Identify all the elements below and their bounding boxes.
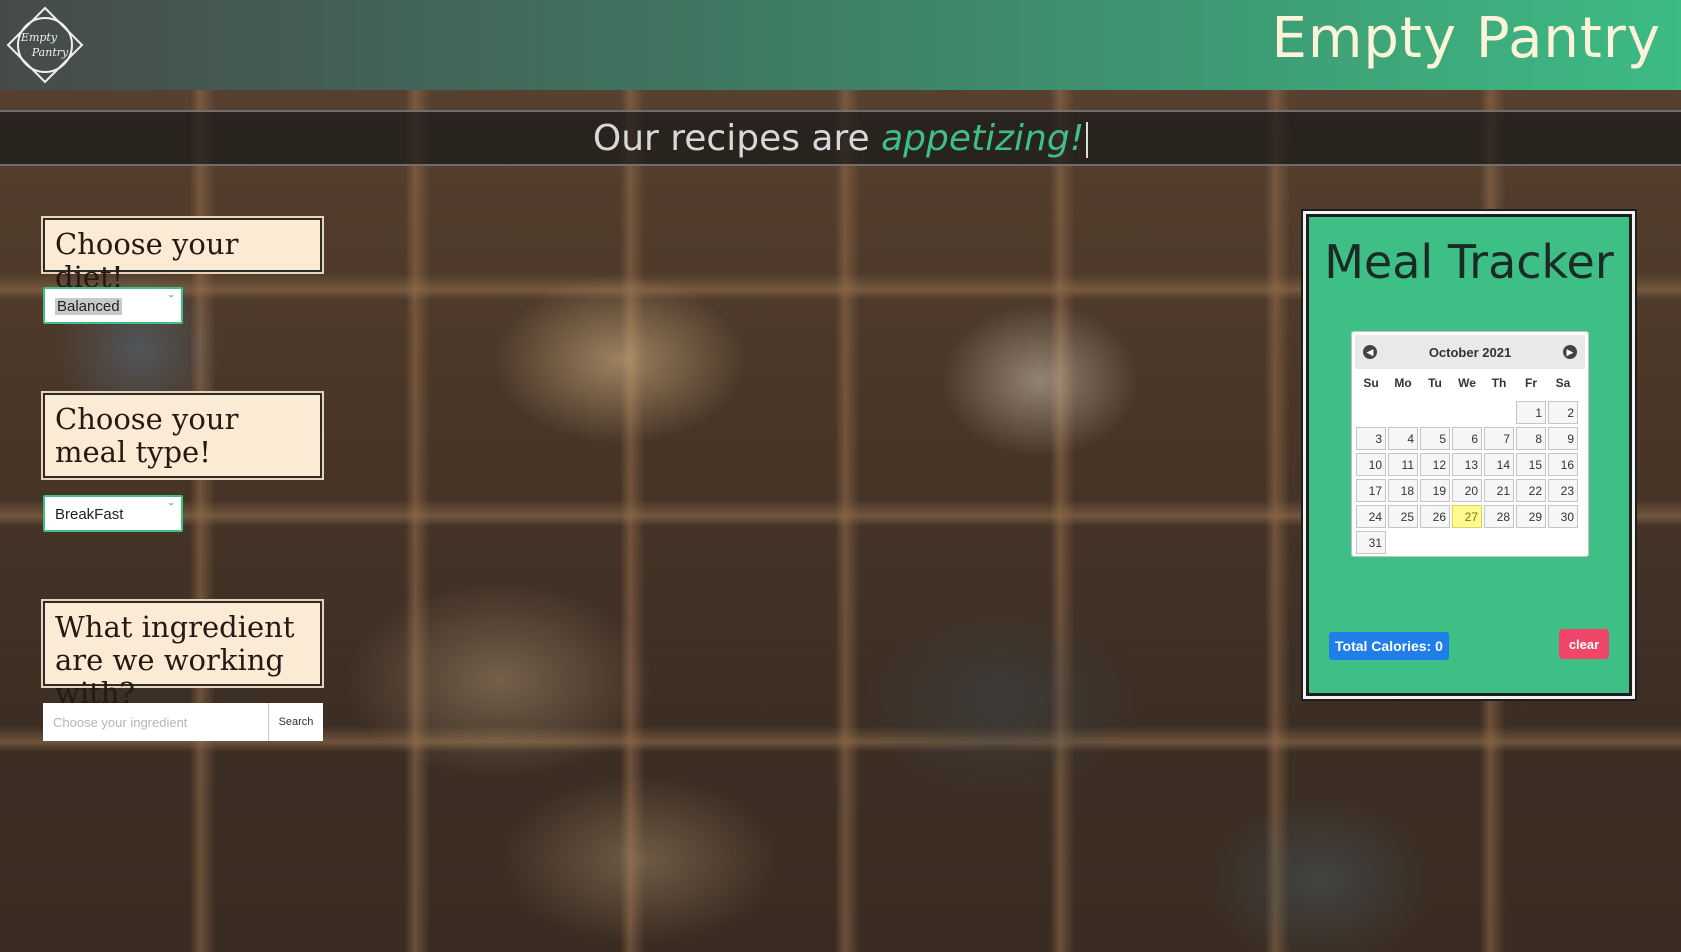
- calendar-header: ◀ October 2021 ▶: [1355, 335, 1585, 369]
- calendar-blank: [1356, 401, 1386, 424]
- calendar-month-label: October 2021: [1428, 345, 1512, 360]
- calendar-day[interactable]: 18: [1388, 479, 1418, 502]
- calendar-day[interactable]: 2: [1548, 401, 1578, 424]
- calendar: ◀ October 2021 ▶ Su Mo Tu We Th Fr Sa 12345678…: [1351, 331, 1589, 557]
- ingredient-input[interactable]: [43, 703, 269, 741]
- calendar-day[interactable]: 3: [1356, 427, 1386, 450]
- weekday-label: Tu: [1428, 376, 1442, 390]
- calendar-day[interactable]: 31: [1356, 531, 1386, 554]
- meal-tracker-title: Meal Tracker: [1324, 235, 1614, 289]
- diet-heading: Choose your diet!: [43, 218, 322, 294]
- meal-type-selected-value: BreakFast: [55, 506, 124, 523]
- calendar-day[interactable]: 7: [1484, 427, 1514, 450]
- calendar-blank: [1484, 401, 1514, 424]
- calendar-grid: 1 2 3 4 5 6 7 8 9 10 11 12 13 14 15 16 17 18 19 20 21 22 23 24 2…: [1356, 401, 1578, 554]
- calendar-day[interactable]: 22: [1516, 479, 1546, 502]
- calendar-day[interactable]: 13: [1452, 453, 1482, 476]
- calendar-day[interactable]: 24: [1356, 505, 1386, 528]
- chevron-down-icon: ˇ: [169, 293, 173, 307]
- calendar-day[interactable]: 10: [1356, 453, 1386, 476]
- tagline-accent-word: appetizing!: [881, 118, 1085, 159]
- next-month-icon[interactable]: ▶: [1563, 345, 1577, 359]
- calendar-day[interactable]: 11: [1388, 453, 1418, 476]
- meal-tracker-panel: Meal Tracker ◀ October 2021 ▶ Su Mo Tu We Th…: [1306, 214, 1632, 696]
- calendar-blank: [1452, 401, 1482, 424]
- calendar-day[interactable]: 25: [1388, 505, 1418, 528]
- calendar-blank: [1420, 401, 1450, 424]
- logo[interactable]: Empty Pantry: [6, 6, 84, 84]
- logo-text-line2: Pantry: [31, 46, 69, 59]
- calendar-day[interactable]: 9: [1548, 427, 1578, 450]
- calendar-day[interactable]: 5: [1420, 427, 1450, 450]
- meal-type-heading: Choose your meal type!: [43, 393, 322, 478]
- calendar-day[interactable]: 8: [1516, 427, 1546, 450]
- tagline-prefix: Our recipes are: [592, 118, 882, 159]
- calendar-day[interactable]: 26: [1420, 505, 1450, 528]
- weekday-row: Su Mo Tu We Th Fr Sa: [1355, 376, 1579, 390]
- diet-selected-value: Balanced: [55, 298, 122, 315]
- weekday-label: Sa: [1555, 376, 1571, 390]
- calendar-day[interactable]: 14: [1484, 453, 1514, 476]
- calendar-day[interactable]: 6: [1452, 427, 1482, 450]
- typing-caret: [1086, 122, 1089, 158]
- weekday-label: Mo: [1394, 376, 1412, 390]
- calendar-day-today[interactable]: 27: [1452, 505, 1482, 528]
- calendar-day[interactable]: 19: [1420, 479, 1450, 502]
- calendar-day[interactable]: 30: [1548, 505, 1578, 528]
- calendar-day[interactable]: 23: [1548, 479, 1578, 502]
- logo-text-line1: Empty: [20, 31, 58, 44]
- calendar-day[interactable]: 21: [1484, 479, 1514, 502]
- diet-select[interactable]: Balanced ˇ: [43, 287, 183, 324]
- weekday-label: We: [1458, 376, 1476, 390]
- tagline-bar: Our recipes are appetizing!: [0, 110, 1681, 166]
- calendar-blank: [1388, 401, 1418, 424]
- weekday-label: Th: [1491, 376, 1507, 390]
- calendar-day[interactable]: 1: [1516, 401, 1546, 424]
- clear-button[interactable]: clear: [1559, 629, 1609, 659]
- tagline: Our recipes are appetizing!: [592, 118, 1089, 159]
- brand-title[interactable]: Empty Pantry: [1271, 6, 1661, 71]
- weekday-label: Fr: [1525, 376, 1537, 390]
- calendar-day[interactable]: 17: [1356, 479, 1386, 502]
- calendar-day[interactable]: 28: [1484, 505, 1514, 528]
- ingredient-heading: What ingredient are we working with?: [43, 601, 322, 710]
- calendar-day[interactable]: 15: [1516, 453, 1546, 476]
- meal-type-select[interactable]: BreakFast ˇ: [43, 495, 183, 532]
- calendar-day[interactable]: 16: [1548, 453, 1578, 476]
- calendar-day[interactable]: 29: [1516, 505, 1546, 528]
- search-button[interactable]: Search: [269, 703, 323, 741]
- calendar-day[interactable]: 20: [1452, 479, 1482, 502]
- weekday-label: Su: [1363, 376, 1379, 390]
- calendar-day[interactable]: 4: [1388, 427, 1418, 450]
- total-calories-badge: Total Calories: 0: [1329, 632, 1449, 660]
- calendar-day[interactable]: 12: [1420, 453, 1450, 476]
- ingredient-search: Search: [43, 703, 323, 741]
- site-header: Empty Pantry Empty Pantry: [0, 0, 1681, 90]
- chevron-down-icon: ˇ: [169, 501, 173, 515]
